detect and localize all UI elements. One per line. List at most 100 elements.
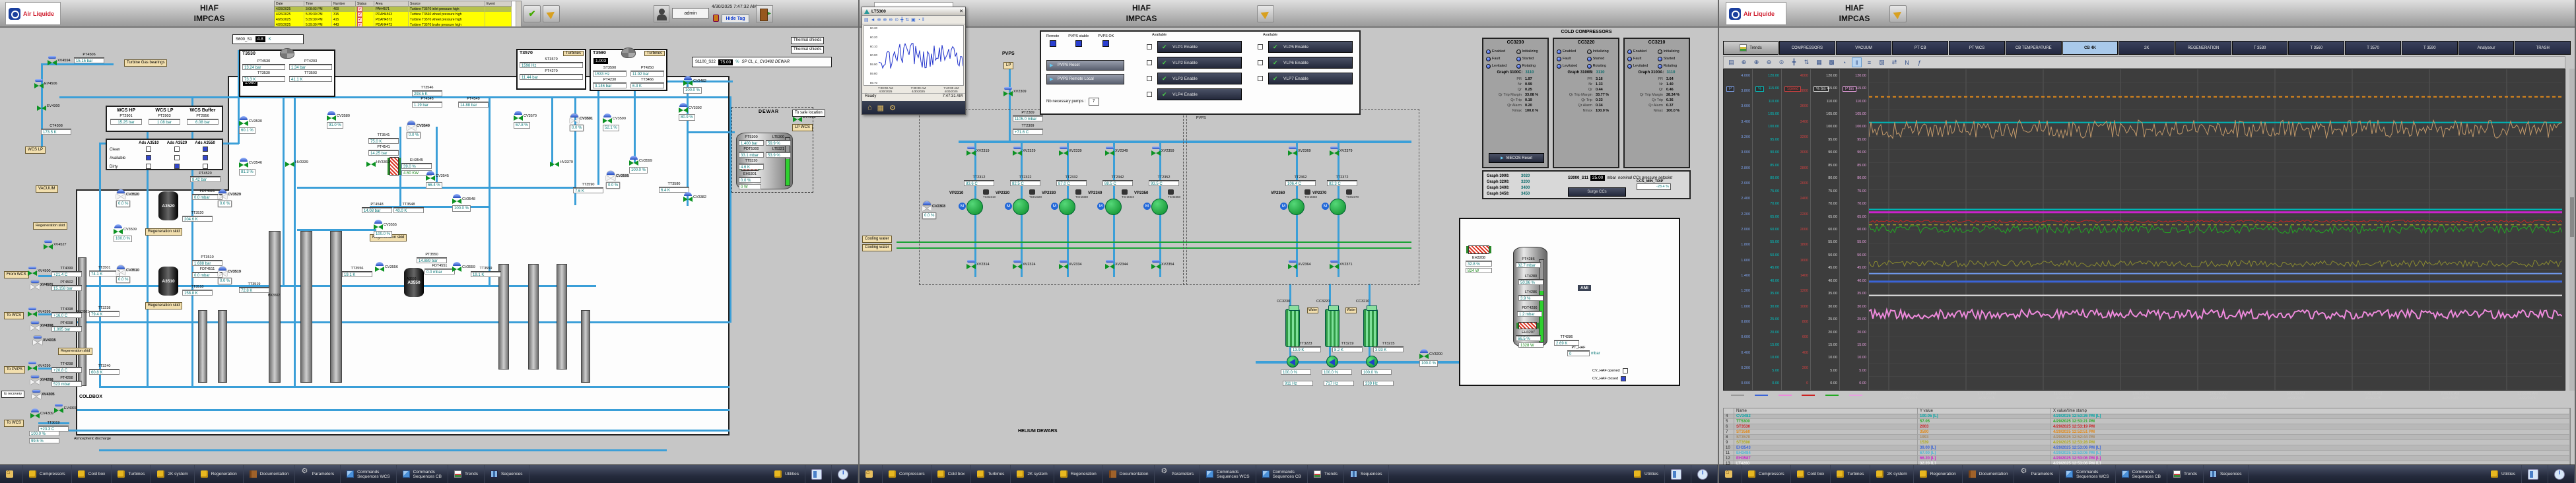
- taskbar-item[interactable]: Utilities: [768, 465, 805, 483]
- pvps-command-button[interactable]: PVPS Remote Local: [1046, 74, 1124, 84]
- taskbar-item[interactable]: Regeneration: [1914, 465, 1963, 483]
- valve[interactable]: CV353060.1 %: [239, 121, 248, 127]
- legend-row[interactable]: 8 ST3570 1993 4/29/2025 12:52:44 PM: [1724, 435, 2570, 440]
- trend-toolbar-icon[interactable]: ⊕: [1739, 57, 1749, 67]
- valve[interactable]: XV2379: [1330, 150, 1339, 156]
- circulation-pump[interactable]: [1366, 356, 1378, 368]
- taskbar-item[interactable]: Turbines: [112, 465, 151, 483]
- trend-tool-icon[interactable]: ◄: [871, 18, 875, 22]
- valve[interactable]: XV4501: [30, 284, 40, 290]
- taskbar-item[interactable]: Commands Sequences WCS: [1200, 465, 1256, 483]
- trend-toolbar-icon[interactable]: N: [1902, 57, 1912, 67]
- valve[interactable]: XV2371: [1330, 264, 1339, 270]
- taskbar-item[interactable]: Trends: [448, 465, 485, 483]
- tab-trends[interactable]: Trends: [1723, 41, 1779, 55]
- valve[interactable]: CV35910.0 %: [570, 118, 579, 124]
- trend-toolbar-icon[interactable]: ⊙: [1777, 57, 1786, 67]
- close-icon[interactable]: ✕: [959, 9, 963, 14]
- trend-toolbar-icon[interactable]: ⇅: [1802, 57, 1812, 67]
- valve[interactable]: EV4309: [54, 408, 63, 414]
- valve[interactable]: CV35100.0 %: [116, 270, 125, 276]
- vlp-enable-button[interactable]: VLP1 Enable: [1157, 41, 1242, 53]
- valve[interactable]: CV3482100.0 %: [683, 80, 693, 86]
- trend-tool-icon[interactable]: ▣: [911, 17, 916, 22]
- valve[interactable]: CV3559: [452, 267, 461, 273]
- taskbar-item[interactable]: Regeneration: [1054, 465, 1103, 483]
- valve[interactable]: CV354566.4 %: [426, 176, 435, 181]
- taskbar-item[interactable]: Cold box: [1791, 465, 1831, 483]
- taskbar-item[interactable]: [860, 465, 883, 483]
- vacuum-pump[interactable]: VP2310MTSH2310: [959, 196, 985, 216]
- taskbar-item[interactable]: [2548, 465, 2575, 483]
- available-checkbox[interactable]: [1147, 76, 1152, 81]
- valve[interactable]: XV2324: [1013, 264, 1022, 270]
- valve[interactable]: XV4315: [33, 340, 42, 346]
- s600-value[interactable]: 4.8: [255, 36, 265, 42]
- vlp-enable-button[interactable]: VLP3 Enable: [1157, 73, 1242, 84]
- valve[interactable]: XV4299: [28, 366, 37, 371]
- taskbar-item[interactable]: Documentation: [1103, 465, 1155, 483]
- pvps-command-button[interactable]: PVPS Reset: [1046, 60, 1124, 71]
- vacuum-pump[interactable]: VP2350MTSH2350: [1143, 196, 1170, 216]
- axis-percent[interactable]: %120.00115.00110.00105.00100.0095.0090.0…: [1753, 69, 1782, 390]
- legend-row[interactable]: 12 EH3587 66.20 [L] 4/29/2025 12:53:06 P…: [1724, 456, 2570, 461]
- taskbar-item[interactable]: 2K system: [1870, 465, 1913, 483]
- adsorber-vessel[interactable]: A3550: [404, 268, 424, 297]
- valve[interactable]: XV4398: [30, 325, 40, 331]
- taskbar-item[interactable]: Compressors: [883, 465, 932, 483]
- trend-tool-icon[interactable]: ⇅: [905, 17, 909, 22]
- taskbar-item[interactable]: Commands Sequences WCS: [341, 465, 397, 483]
- valve[interactable]: XV2334: [1059, 264, 1068, 270]
- trend-toolbar-icon[interactable]: ◔: [1839, 57, 1849, 67]
- necessary-pumps-value[interactable]: 7: [1089, 98, 1099, 106]
- trend-tab[interactable]: T 3530: [2232, 41, 2288, 55]
- trend-toolbar-icon[interactable]: ⇄: [1889, 57, 1899, 67]
- valve[interactable]: XV2329: [1013, 150, 1022, 156]
- vlp-enable-button[interactable]: VLP5 Enable: [1268, 41, 1353, 53]
- taskbar-item[interactable]: [1691, 465, 1718, 483]
- taskbar-item[interactable]: [1719, 465, 1742, 483]
- trend-toolbar-icon[interactable]: ƒ: [1915, 57, 1924, 67]
- valve[interactable]: CV354681.3 %: [239, 162, 248, 168]
- valve[interactable]: CV339280.9 %: [679, 108, 688, 113]
- valve[interactable]: CV35490.0 %: [407, 125, 416, 131]
- taskbar-item[interactable]: Compressors: [23, 465, 72, 483]
- valve[interactable]: XV4305: [32, 394, 41, 400]
- axis-percent-bis[interactable]: % bis120.00115.00110.00105.00100.0095.00…: [1811, 69, 1840, 390]
- sp-value[interactable]: 75.00: [718, 59, 733, 65]
- taskbar-item[interactable]: 2K system: [1011, 465, 1054, 483]
- taskbar-item[interactable]: Sequences: [485, 465, 529, 483]
- legend-row[interactable]: 4 CV3482 100.05 [L] 4/29/2025 12:53:26 P…: [1724, 414, 2570, 419]
- valve[interactable]: XV2349: [1105, 150, 1114, 156]
- valve[interactable]: HV3369: [366, 162, 376, 168]
- taskbar-item[interactable]: Documentation: [1963, 465, 2015, 483]
- taskbar-item[interactable]: Parameters: [2014, 465, 2060, 483]
- taskbar-item[interactable]: Parameters: [295, 465, 341, 483]
- lt5300-titlebar[interactable]: LT5300 ✕: [862, 7, 965, 16]
- vacuum-pump[interactable]: VP2340MTSH2340: [1097, 196, 1124, 216]
- axis-speed[interactable]: Speed40003800360034003200300028002600240…: [1782, 69, 1811, 390]
- valve[interactable]: XV2359: [1151, 150, 1161, 156]
- trend-tab[interactable]: CB 4K: [2062, 41, 2118, 55]
- valve[interactable]: HV3339: [285, 162, 294, 168]
- valve[interactable]: CV3599100.0 %: [629, 160, 638, 166]
- valve[interactable]: XV2319: [966, 150, 976, 156]
- trend-tool-icon[interactable]: ⊕: [883, 17, 887, 22]
- trend-toolbar-icon[interactable]: ≡: [1864, 57, 1874, 67]
- legend-row[interactable]: 9 ST3590 1539 4/29/2025 12:53:28 PM: [1724, 440, 2570, 445]
- taskbar-item[interactable]: Regeneration: [195, 465, 244, 483]
- valve[interactable]: XV4527: [44, 244, 53, 250]
- vacuum-pump[interactable]: VP2320MTSH2320: [1005, 196, 1031, 216]
- taskbar-item[interactable]: Commands Sequences WCS: [2060, 465, 2116, 483]
- taskbar-item[interactable]: Cold box: [72, 465, 112, 483]
- valve[interactable]: CV23030.0 %: [922, 206, 932, 212]
- taskbar-item[interactable]: Parameters: [1155, 465, 1200, 483]
- dock-icon[interactable]: ▦: [877, 104, 884, 112]
- available-checkbox[interactable]: [1258, 76, 1263, 81]
- valve[interactable]: CV357067.8 %: [514, 115, 523, 121]
- trend-tab[interactable]: T 3560: [2288, 41, 2344, 55]
- taskbar-item[interactable]: Sequences: [2204, 465, 2249, 483]
- taskbar-item[interactable]: Cold box: [932, 465, 972, 483]
- trend-toolbar-icon[interactable]: ╋: [1789, 57, 1799, 67]
- legend-row[interactable]: 11 EH3484 67.00 [L] 4/29/2025 12:53:06 P…: [1724, 451, 2570, 456]
